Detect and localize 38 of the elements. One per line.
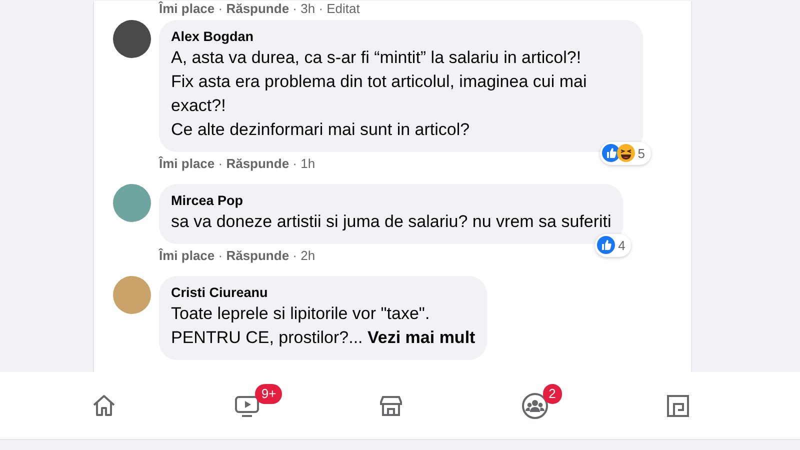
see-more-link[interactable]: Vezi mai mult [368, 328, 476, 347]
like-link[interactable]: Îmi place [159, 156, 215, 171]
author-name[interactable]: Cristi Ciureanu [171, 284, 476, 302]
reaction-count: 5 [638, 144, 645, 162]
separator-dot: · [292, 156, 298, 171]
comment-time[interactable]: 3h [300, 1, 316, 16]
separator-dot: · [318, 1, 324, 16]
avatar-photo-placeholder [113, 20, 151, 58]
edited-label: Editat [326, 1, 360, 16]
comment-text: Ce alte dezinformari mai sunt in articol? [171, 119, 471, 141]
reply-link[interactable]: Răspunde [226, 1, 290, 16]
separator-dot: · [217, 156, 224, 171]
comment-text: PENTRU CE, prostilor?... [171, 328, 364, 347]
reaction-summary[interactable]: 4 [595, 234, 632, 257]
like-link[interactable]: Îmi place [159, 248, 215, 263]
comment-text: Fix asta era problema din tot articolul, imaginea cui mai exact?! [171, 71, 588, 117]
author-name[interactable]: Mircea Pop [171, 192, 612, 210]
like-link[interactable]: Îmi place [159, 1, 215, 16]
comment-text: A, asta va durea, ca s-ar fi “mintit” la salariu in articol?! [171, 47, 582, 69]
comment-text: sa va doneze artistii si juma de salariu? nu vrem sa suferiti [171, 211, 612, 233]
separator-dot: · [217, 248, 224, 263]
reaction-summary[interactable]: 5 [600, 142, 651, 165]
separator-dot: · [292, 248, 298, 263]
reply-link[interactable]: Răspunde [226, 156, 290, 171]
avatar-photo-placeholder [113, 184, 151, 222]
groups-icon [520, 392, 549, 420]
author-name[interactable]: Alex Bogdan [171, 28, 631, 46]
notification-badge: 2 [542, 384, 562, 404]
comment-text: Toate leprele si lipitorile vor "taxe". [171, 303, 431, 325]
reply-link[interactable]: Răspunde [226, 248, 290, 263]
separator-dot: · [292, 1, 298, 16]
separator-dot: · [217, 1, 224, 16]
comment-time[interactable]: 1h [300, 156, 316, 171]
groups-tab[interactable] [520, 392, 549, 420]
reaction-count: 4 [618, 236, 626, 254]
avatar-photo-placeholder [113, 276, 151, 314]
notification-badge: 9+ [255, 384, 282, 404]
comment-time[interactable]: 2h [300, 248, 316, 263]
